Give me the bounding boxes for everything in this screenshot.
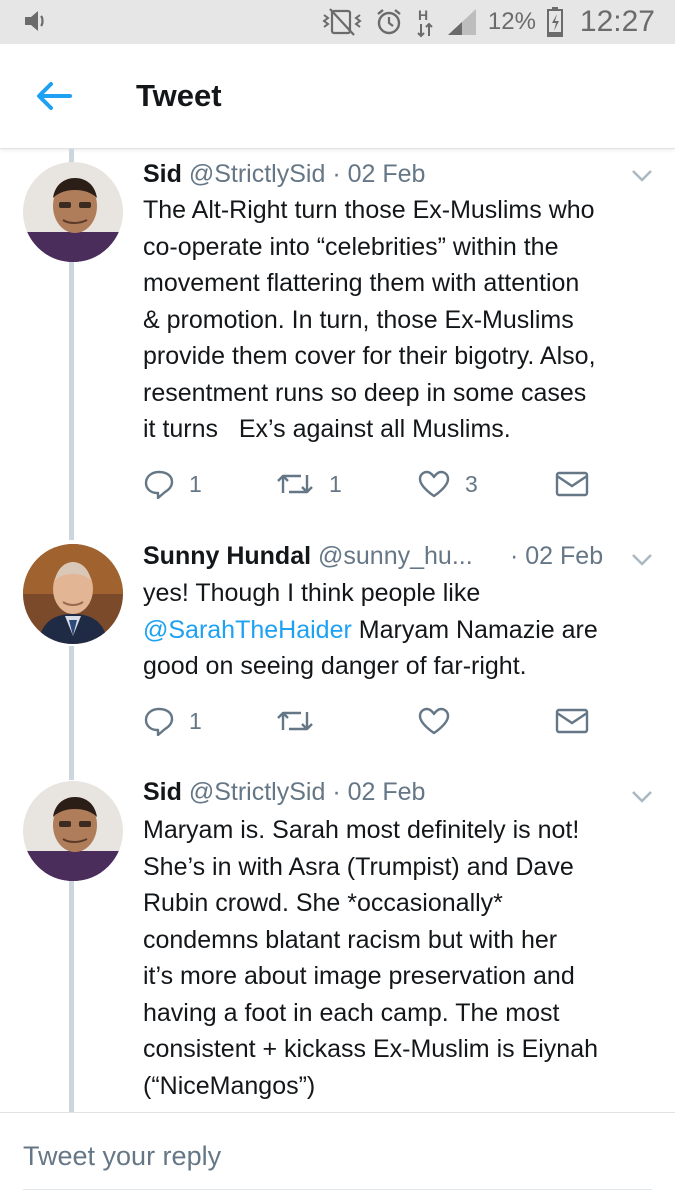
tweet-meta: Sunny Hundal @sunny_hu... — [143, 542, 473, 571]
envelope-icon — [555, 708, 589, 734]
tweet-actions: 1 1 3 — [143, 464, 663, 504]
tweet-text-line: provide them cover for their bigotry. Al… — [143, 342, 596, 370]
author-name[interactable]: Sunny Hundal — [143, 542, 311, 570]
heart-icon — [418, 470, 450, 498]
tweet-text-line: & promotion. In turn, those Ex-Muslims — [143, 305, 574, 334]
tweet-text-line: @SarahTheHaider Maryam Namazie are — [143, 612, 658, 649]
like-button[interactable]: 3 — [417, 464, 478, 504]
reply-button[interactable]: 1 — [143, 701, 202, 741]
alarm-icon — [374, 7, 404, 37]
tweet-text-line: movement flattering them with attention — [143, 269, 580, 297]
app-header: Tweet — [0, 44, 675, 149]
retweet-icon — [277, 711, 313, 731]
tweet[interactable]: Sunny Hundal @sunny_hu... · 02 Feb yes! … — [0, 535, 675, 771]
direct-message-button[interactable] — [555, 701, 589, 741]
tweet-text-line: Maryam is. Sarah most definitely is not! — [143, 816, 580, 844]
like-button[interactable] — [417, 701, 465, 741]
author-name[interactable]: Sid — [143, 160, 182, 188]
tweet-meta: Sid @StrictlySid · 02 Feb — [143, 778, 425, 807]
retweet-icon — [277, 474, 313, 494]
tweet-text-line: it turns Ex’s against all Muslims. — [143, 415, 511, 443]
tweet-date: · 02 Feb — [510, 542, 604, 570]
author-name[interactable]: Sid — [143, 778, 182, 806]
reply-count: 1 — [189, 470, 202, 497]
status-icons: H 12% 12:27 — [320, 0, 655, 44]
battery-percent: 12% — [487, 8, 536, 35]
chevron-down-icon[interactable] — [630, 168, 654, 189]
retweet-button[interactable] — [275, 701, 329, 741]
h-plus-icon: H — [414, 6, 436, 38]
direct-message-button[interactable] — [555, 464, 589, 504]
tweet-text-line: having a foot in each camp. The most — [143, 998, 560, 1027]
tweet-text-line: The Alt-Right turn those Ex-Muslims who — [143, 196, 595, 224]
retweet-count: 1 — [329, 470, 342, 497]
retweet-button[interactable]: 1 — [275, 464, 342, 504]
avatar[interactable] — [23, 781, 123, 881]
like-count: 3 — [465, 470, 478, 497]
battery-icon — [546, 6, 564, 38]
tweet-text-line: good on seeing danger of far-right. — [143, 652, 527, 680]
tweet-date: · 02 Feb — [332, 778, 426, 806]
clock: 12:27 — [579, 5, 655, 38]
status-bar: H 12% 12:27 — [0, 0, 675, 44]
envelope-icon — [555, 471, 589, 497]
reply-button[interactable]: 1 — [143, 464, 202, 504]
volume-icon — [22, 7, 50, 35]
tweet-text-line: consistent + kickass Ex-Muslim is Eiynah — [143, 1035, 599, 1063]
reply-bar: Tweet your reply — [0, 1112, 675, 1201]
tweet-text-line: yes! Though I think people like — [143, 579, 481, 607]
tweet-text-line: condemns blatant racism but with her — [143, 925, 558, 954]
page-title: Tweet — [136, 78, 222, 113]
tweet-text-line: co-operate into “celebrities” within the — [143, 232, 559, 261]
tweet-text: The Alt-Right turn those Ex-Muslims who … — [143, 192, 658, 448]
tweet-text: yes! Though I think people like @SarahTh… — [143, 575, 658, 685]
reply-count: 1 — [189, 707, 202, 734]
avatar[interactable] — [23, 162, 123, 262]
reply-input[interactable]: Tweet your reply — [23, 1141, 221, 1172]
svg-text:H: H — [418, 7, 428, 23]
tweet-text-line: it’s more about image preservation and — [143, 962, 575, 990]
chevron-down-icon[interactable] — [630, 552, 654, 573]
author-handle[interactable]: @sunny_hu... — [318, 542, 473, 570]
reply-icon — [144, 707, 174, 736]
avatar[interactable] — [23, 544, 123, 644]
heart-icon — [418, 707, 450, 735]
author-handle[interactable]: @StrictlySid — [189, 160, 326, 188]
author-handle[interactable]: @StrictlySid — [189, 778, 326, 806]
tweet-meta: Sid @StrictlySid · 02 Feb — [143, 160, 425, 189]
tweet[interactable]: Sid @StrictlySid · 02 Feb Maryam is. Sar… — [0, 771, 675, 1111]
tweet-text-line: She’s in with Asra (Trumpist) and Dave — [143, 852, 574, 881]
tweet-text-line: Rubin crowd. She *occasionally* — [143, 889, 503, 917]
tweet-text-line: resentment runs so deep in some cases — [143, 378, 587, 407]
arrow-left-icon[interactable] — [34, 80, 72, 117]
tweet-actions: 1 — [143, 701, 663, 741]
tweet[interactable]: Sid @StrictlySid · 02 Feb The Alt-Right … — [0, 150, 675, 535]
signal-icon — [446, 7, 478, 37]
mention-link[interactable]: @SarahTheHaider — [143, 616, 352, 644]
reply-icon — [144, 470, 174, 499]
chevron-down-icon[interactable] — [630, 789, 654, 810]
vibrate-icon — [320, 7, 364, 37]
tweet-text-segment: Maryam Namazie are — [351, 615, 598, 644]
tweet-text: Maryam is. Sarah most definitely is not!… — [143, 812, 658, 1104]
reply-input-underline — [23, 1189, 652, 1190]
tweet-text-line: (“NiceMangos”) — [143, 1071, 316, 1100]
tweet-date: · 02 Feb — [332, 160, 426, 188]
